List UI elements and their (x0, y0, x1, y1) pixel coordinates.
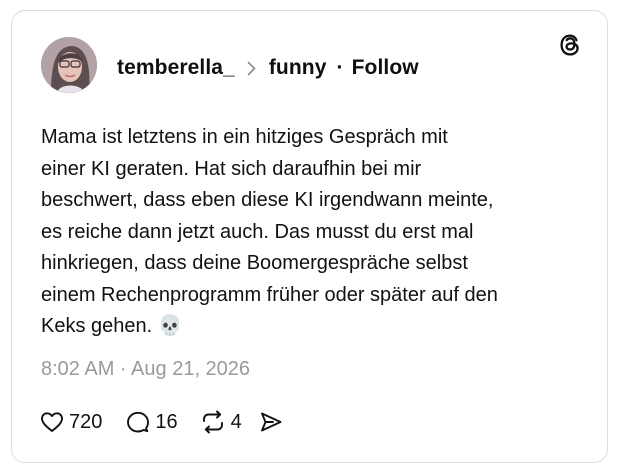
repost-arrows-icon (200, 410, 226, 434)
username-link[interactable]: temberella_ (117, 56, 235, 80)
post-card: temberella_ funny · Follow Mama ist letz… (11, 10, 608, 463)
community-link[interactable]: funny (269, 56, 327, 80)
separator-dot: · (336, 56, 344, 79)
follow-button[interactable]: Follow (352, 56, 419, 80)
action-bar: 720 16 4 (40, 408, 283, 436)
comment-button[interactable]: 16 (126, 410, 178, 434)
post-timestamp[interactable]: 8:02 AM · Aug 21, 2026 (41, 358, 250, 381)
comment-count: 16 (155, 410, 178, 433)
threads-logo-icon[interactable] (557, 32, 583, 58)
heart-icon (40, 411, 64, 433)
post-header: temberella_ funny · Follow (117, 54, 419, 82)
post-text: Mama ist letztens in ein hitziges Gesprä… (41, 126, 498, 337)
like-count: 720 (69, 410, 103, 433)
share-button[interactable] (259, 411, 283, 433)
send-icon (259, 411, 283, 433)
repost-button[interactable]: 4 (200, 410, 242, 434)
speech-bubble-icon (126, 410, 150, 434)
like-button[interactable]: 720 (40, 411, 102, 434)
chevron-right-icon (247, 61, 256, 76)
repost-count: 4 (230, 410, 242, 433)
avatar[interactable] (41, 37, 97, 93)
